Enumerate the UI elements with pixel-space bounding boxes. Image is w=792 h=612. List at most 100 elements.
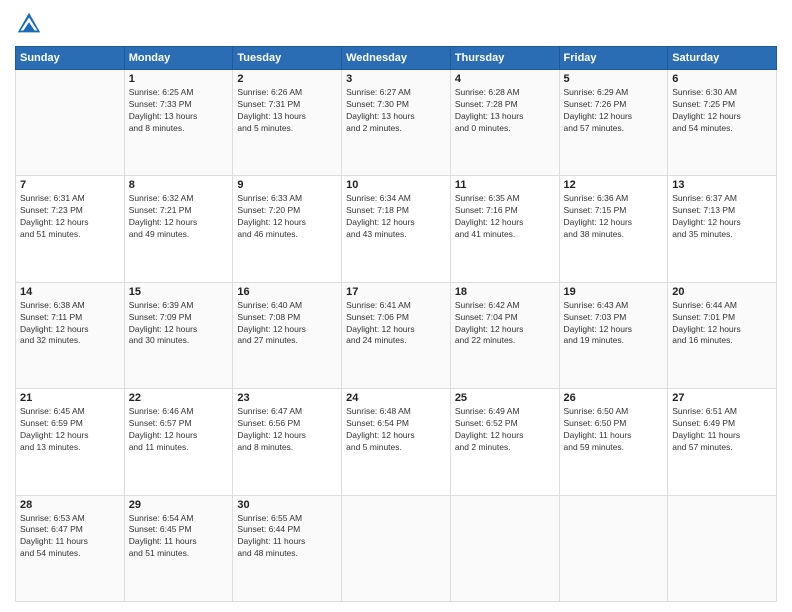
day-number: 9 <box>237 179 337 191</box>
day-info: Sunrise: 6:41 AMSunset: 7:06 PMDaylight:… <box>346 300 446 348</box>
day-info: Sunrise: 6:31 AMSunset: 7:23 PMDaylight:… <box>20 193 120 241</box>
day-info: Sunrise: 6:28 AMSunset: 7:28 PMDaylight:… <box>455 87 555 135</box>
day-number: 11 <box>455 179 555 191</box>
logo <box>15 10 47 38</box>
day-number: 12 <box>564 179 664 191</box>
calendar-cell: 18 Sunrise: 6:42 AMSunset: 7:04 PMDayligh… <box>450 282 559 388</box>
calendar-header-row: SundayMondayTuesdayWednesdayThursdayFrid… <box>16 47 777 70</box>
calendar-cell: 30Sunrise: 6:55 AMSunset: 6:44 PMDayligh… <box>233 495 342 601</box>
day-info: Sunrise: 6:54 AMSunset: 6:45 PMDaylight:… <box>129 513 229 561</box>
day-info: Sunrise: 6:45 AMSunset: 6:59 PMDaylight:… <box>20 406 120 454</box>
day-number: 22 <box>129 392 229 404</box>
calendar-cell <box>342 495 451 601</box>
col-header-saturday: Saturday <box>668 47 777 70</box>
day-number: 18 <box>455 286 555 298</box>
day-info: Sunrise: 6:46 AMSunset: 6:57 PMDaylight:… <box>129 406 229 454</box>
day-number: 26 <box>564 392 664 404</box>
day-number: 27 <box>672 392 772 404</box>
calendar-cell: 5 Sunrise: 6:29 AMSunset: 7:26 PMDaylight… <box>559 70 668 176</box>
day-info: Sunrise: 6:26 AMSunset: 7:31 PMDaylight:… <box>237 87 337 135</box>
calendar-cell: 10 Sunrise: 6:34 AMSunset: 7:18 PMDayligh… <box>342 176 451 282</box>
day-number: 29 <box>129 499 229 511</box>
day-number: 17 <box>346 286 446 298</box>
calendar-cell: 23 Sunrise: 6:47 AMSunset: 6:56 PMDayligh… <box>233 389 342 495</box>
calendar-cell: 17 Sunrise: 6:41 AMSunset: 7:06 PMDayligh… <box>342 282 451 388</box>
calendar-cell: 2 Sunrise: 6:26 AMSunset: 7:31 PMDaylight… <box>233 70 342 176</box>
day-info: Sunrise: 6:43 AMSunset: 7:03 PMDaylight:… <box>564 300 664 348</box>
calendar-table: SundayMondayTuesdayWednesdayThursdayFrid… <box>15 46 777 602</box>
logo-icon <box>15 10 43 38</box>
day-info: Sunrise: 6:35 AMSunset: 7:16 PMDaylight:… <box>455 193 555 241</box>
calendar-cell: 22 Sunrise: 6:46 AMSunset: 6:57 PMDayligh… <box>124 389 233 495</box>
day-info: Sunrise: 6:33 AMSunset: 7:20 PMDaylight:… <box>237 193 337 241</box>
day-number: 4 <box>455 73 555 85</box>
calendar-cell <box>450 495 559 601</box>
day-info: Sunrise: 6:40 AMSunset: 7:08 PMDaylight:… <box>237 300 337 348</box>
calendar-cell: 14 Sunrise: 6:38 AMSunset: 7:11 PMDayligh… <box>16 282 125 388</box>
calendar-cell: 13Sunrise: 6:37 AMSunset: 7:13 PMDayligh… <box>668 176 777 282</box>
day-info: Sunrise: 6:47 AMSunset: 6:56 PMDaylight:… <box>237 406 337 454</box>
calendar-cell: 20 Sunrise: 6:44 AMSunset: 7:01 PMDayligh… <box>668 282 777 388</box>
week-row-3: 14 Sunrise: 6:38 AMSunset: 7:11 PMDayligh… <box>16 282 777 388</box>
calendar-cell: 11 Sunrise: 6:35 AMSunset: 7:16 PMDayligh… <box>450 176 559 282</box>
day-info: Sunrise: 6:42 AMSunset: 7:04 PMDaylight:… <box>455 300 555 348</box>
day-info: Sunrise: 6:48 AMSunset: 6:54 PMDaylight:… <box>346 406 446 454</box>
calendar-cell: 29 Sunrise: 6:54 AMSunset: 6:45 PMDayligh… <box>124 495 233 601</box>
day-number: 24 <box>346 392 446 404</box>
week-row-2: 7Sunrise: 6:31 AMSunset: 7:23 PMDaylight… <box>16 176 777 282</box>
calendar-cell <box>559 495 668 601</box>
day-number: 3 <box>346 73 446 85</box>
day-info: Sunrise: 6:30 AMSunset: 7:25 PMDaylight:… <box>672 87 772 135</box>
day-number: 10 <box>346 179 446 191</box>
calendar-cell: 19 Sunrise: 6:43 AMSunset: 7:03 PMDayligh… <box>559 282 668 388</box>
day-info: Sunrise: 6:38 AMSunset: 7:11 PMDaylight:… <box>20 300 120 348</box>
day-info: Sunrise: 6:51 AMSunset: 6:49 PMDaylight:… <box>672 406 772 454</box>
col-header-friday: Friday <box>559 47 668 70</box>
day-info: Sunrise: 6:27 AMSunset: 7:30 PMDaylight:… <box>346 87 446 135</box>
calendar-cell: 24 Sunrise: 6:48 AMSunset: 6:54 PMDayligh… <box>342 389 451 495</box>
calendar-cell: 16 Sunrise: 6:40 AMSunset: 7:08 PMDayligh… <box>233 282 342 388</box>
col-header-sunday: Sunday <box>16 47 125 70</box>
week-row-4: 21 Sunrise: 6:45 AMSunset: 6:59 PMDayligh… <box>16 389 777 495</box>
day-number: 21 <box>20 392 120 404</box>
day-info: Sunrise: 6:55 AMSunset: 6:44 PMDaylight:… <box>237 513 337 561</box>
calendar-cell: 15Sunrise: 6:39 AMSunset: 7:09 PMDayligh… <box>124 282 233 388</box>
day-number: 19 <box>564 286 664 298</box>
day-info: Sunrise: 6:34 AMSunset: 7:18 PMDaylight:… <box>346 193 446 241</box>
day-info: Sunrise: 6:53 AMSunset: 6:47 PMDaylight:… <box>20 513 120 561</box>
calendar-cell: 12 Sunrise: 6:36 AMSunset: 7:15 PMDayligh… <box>559 176 668 282</box>
calendar-cell: 21 Sunrise: 6:45 AMSunset: 6:59 PMDayligh… <box>16 389 125 495</box>
calendar-cell <box>668 495 777 601</box>
day-info: Sunrise: 6:49 AMSunset: 6:52 PMDaylight:… <box>455 406 555 454</box>
day-number: 2 <box>237 73 337 85</box>
calendar-cell: 26 Sunrise: 6:50 AMSunset: 6:50 PMDayligh… <box>559 389 668 495</box>
calendar-cell: 1Sunrise: 6:25 AMSunset: 7:33 PMDaylight… <box>124 70 233 176</box>
day-number: 1 <box>129 73 229 85</box>
calendar-cell: 9 Sunrise: 6:33 AMSunset: 7:20 PMDaylight… <box>233 176 342 282</box>
day-info: Sunrise: 6:29 AMSunset: 7:26 PMDaylight:… <box>564 87 664 135</box>
calendar-cell: 4 Sunrise: 6:28 AMSunset: 7:28 PMDaylight… <box>450 70 559 176</box>
calendar-cell: 6Sunrise: 6:30 AMSunset: 7:25 PMDaylight… <box>668 70 777 176</box>
day-number: 20 <box>672 286 772 298</box>
day-info: Sunrise: 6:44 AMSunset: 7:01 PMDaylight:… <box>672 300 772 348</box>
day-info: Sunrise: 6:36 AMSunset: 7:15 PMDaylight:… <box>564 193 664 241</box>
calendar-cell: 8Sunrise: 6:32 AMSunset: 7:21 PMDaylight… <box>124 176 233 282</box>
col-header-monday: Monday <box>124 47 233 70</box>
calendar-cell: 27 Sunrise: 6:51 AMSunset: 6:49 PMDayligh… <box>668 389 777 495</box>
day-number: 14 <box>20 286 120 298</box>
page: SundayMondayTuesdayWednesdayThursdayFrid… <box>0 0 792 612</box>
day-info: Sunrise: 6:39 AMSunset: 7:09 PMDaylight:… <box>129 300 229 348</box>
calendar-cell: 7Sunrise: 6:31 AMSunset: 7:23 PMDaylight… <box>16 176 125 282</box>
day-number: 16 <box>237 286 337 298</box>
day-number: 23 <box>237 392 337 404</box>
col-header-tuesday: Tuesday <box>233 47 342 70</box>
day-number: 5 <box>564 73 664 85</box>
day-info: Sunrise: 6:37 AMSunset: 7:13 PMDaylight:… <box>672 193 772 241</box>
calendar-cell: 28 Sunrise: 6:53 AMSunset: 6:47 PMDayligh… <box>16 495 125 601</box>
day-info: Sunrise: 6:50 AMSunset: 6:50 PMDaylight:… <box>564 406 664 454</box>
week-row-5: 28 Sunrise: 6:53 AMSunset: 6:47 PMDayligh… <box>16 495 777 601</box>
day-number: 28 <box>20 499 120 511</box>
calendar-cell <box>16 70 125 176</box>
calendar-cell: 3 Sunrise: 6:27 AMSunset: 7:30 PMDaylight… <box>342 70 451 176</box>
day-info: Sunrise: 6:32 AMSunset: 7:21 PMDaylight:… <box>129 193 229 241</box>
